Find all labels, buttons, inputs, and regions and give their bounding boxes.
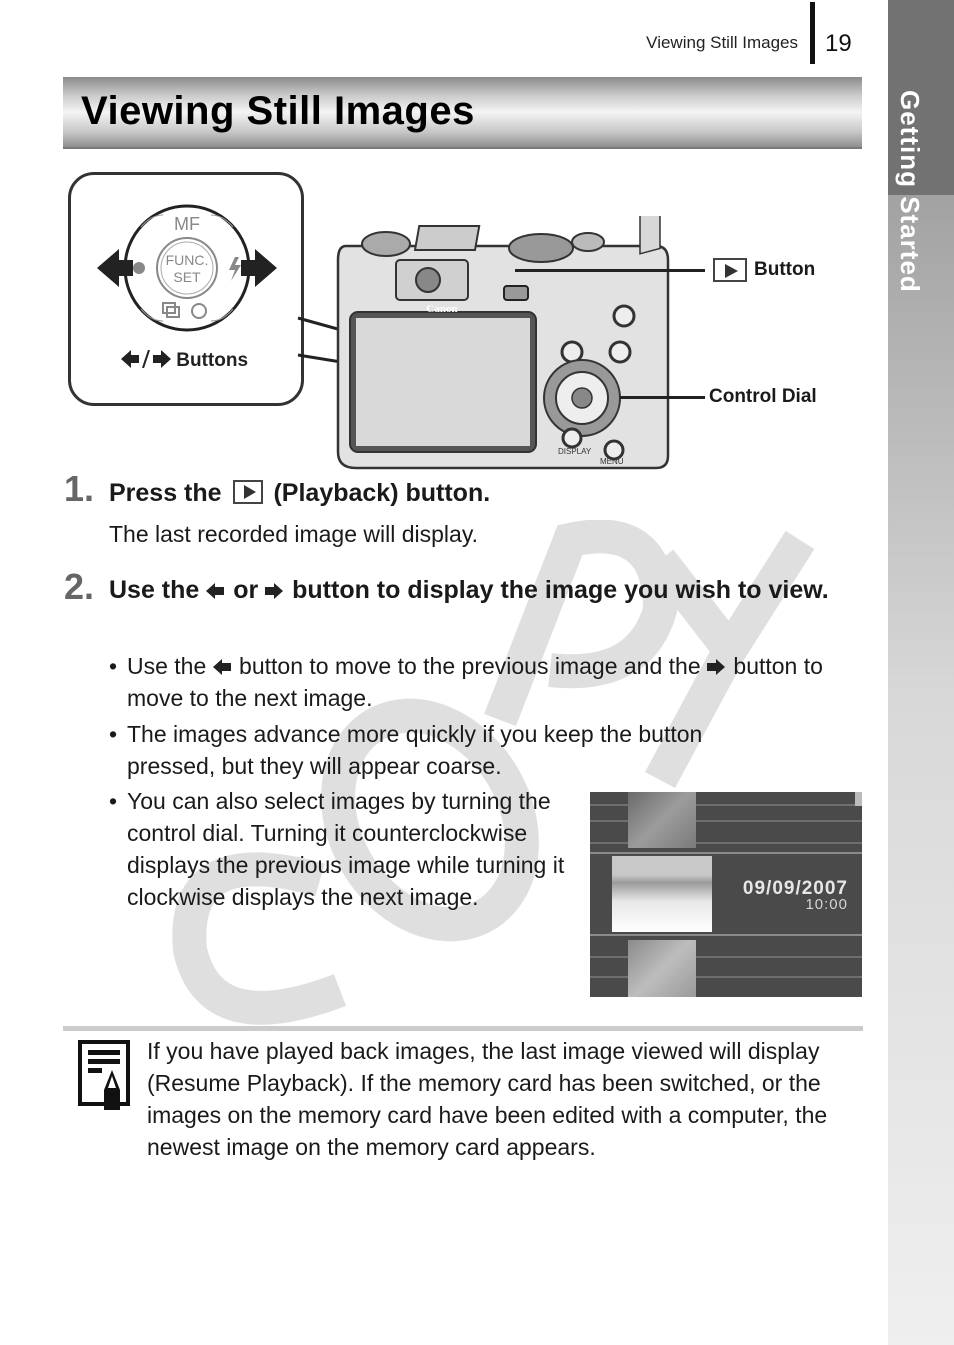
control-dial-callout-line	[620, 396, 705, 399]
step-2-title: Use the or button to display the image y…	[109, 573, 849, 608]
bullet-dot: •	[109, 653, 118, 679]
thumbnail-beach-selected	[612, 856, 712, 932]
screen-scrollbar	[855, 792, 862, 806]
step-1-title: Press the (Playback) button.	[109, 476, 490, 511]
playback-button-label: Button	[754, 259, 816, 280]
playback-callout-line	[515, 269, 705, 272]
play-icon	[232, 480, 263, 504]
thumbnail-dog	[628, 940, 696, 997]
bullet-1-part1: Use the	[127, 653, 207, 679]
step-2-title-part1: Use the	[109, 576, 200, 604]
camera-playback-button	[503, 285, 529, 301]
bullet-item: • Use the button to move to the previous…	[109, 650, 827, 714]
playback-screen-image: 09/09/2007 10:00	[590, 792, 862, 997]
right-arrow-icon	[265, 583, 284, 599]
bullet-2-text: The images advance more quickly if you k…	[127, 721, 703, 779]
bullet-item: • You can also select images by turning …	[109, 785, 567, 913]
bullet-3-text: You can also select images by turning th…	[127, 788, 565, 910]
screen-stripe	[590, 852, 862, 854]
bullet-dot: •	[109, 788, 118, 814]
note-divider	[63, 1026, 863, 1031]
camera-illustration: Canon DISPLAY MENU	[336, 216, 670, 470]
step-1-description: The last recorded image will display.	[109, 521, 479, 547]
step-2-title-part2: or	[233, 576, 259, 604]
control-dial-label: Control Dial	[709, 386, 817, 407]
note-memo-icon	[78, 1040, 130, 1110]
step-2-number: 2.	[64, 566, 95, 607]
camera-brand-logo: Canon	[426, 303, 457, 315]
step-1-title-start: Press the	[109, 479, 222, 507]
step-1-number: 1.	[64, 468, 95, 509]
bullet-1-part2: button to move to the previous image and…	[239, 653, 701, 679]
bullet-dot: •	[109, 721, 118, 747]
step-2-title-part3: button to display the image you wish to …	[292, 576, 829, 604]
thumbnail-forest	[628, 792, 696, 848]
play-icon	[713, 258, 747, 282]
right-arrow-icon	[707, 659, 726, 675]
camera-display-label: DISPLAY	[558, 447, 592, 456]
left-arrow-icon	[212, 659, 231, 675]
left-arrow-icon	[206, 583, 225, 599]
note-text: If you have played back images, the last…	[147, 1038, 828, 1160]
camera-menu-label: MENU	[600, 457, 624, 466]
image-time: 10:00	[805, 896, 848, 913]
step-1-title-end: (Playback) button.	[273, 479, 491, 507]
bullet-item: • The images advance more quickly if you…	[109, 718, 787, 782]
screen-stripe	[590, 934, 862, 936]
